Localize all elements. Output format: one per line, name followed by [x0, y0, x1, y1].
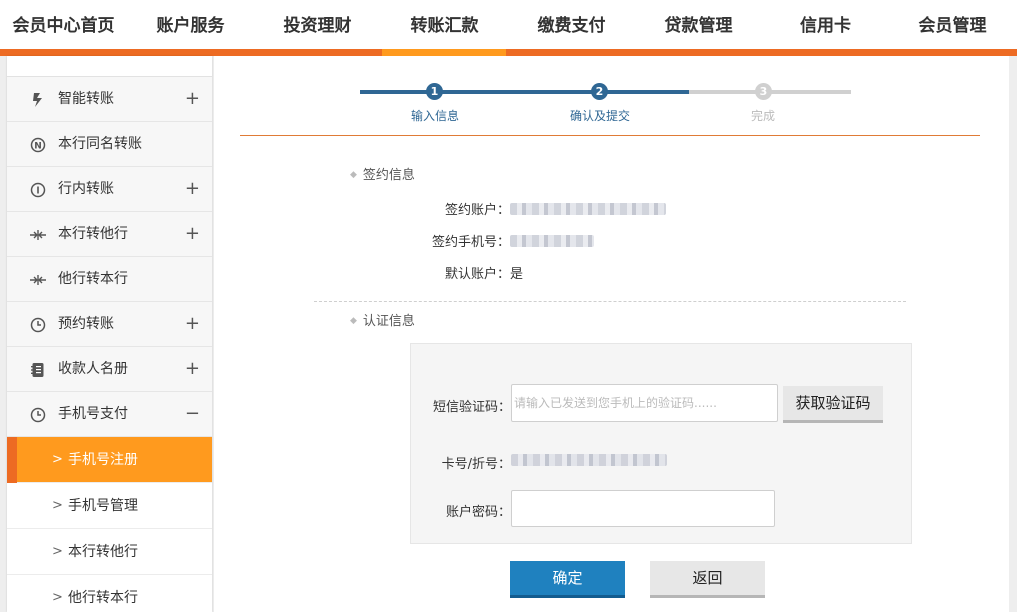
default-account-label: 默认账户： — [444, 267, 510, 282]
smart-transfer-icon — [29, 91, 47, 109]
top-navigation: 会员中心首页 账户服务 投资理财 转账汇款 缴费支付 贷款管理 信用卡 会员管理 — [0, 0, 1017, 56]
expand-icon[interactable]: + — [185, 77, 200, 120]
clock-icon — [29, 316, 47, 334]
signing-account-row: 签约账户： — [410, 199, 666, 218]
sidebar-subitem-label: 本行转他行 — [68, 544, 138, 560]
masked-account-value — [510, 203, 666, 215]
nav-member-home[interactable]: 会员中心首页 — [0, 0, 127, 49]
sidebar-subitem-to-other-bank[interactable]: > 本行转他行 — [7, 529, 212, 575]
confirm-button[interactable]: 确定 — [510, 561, 625, 598]
main-content: 1 输入信息 2 确认及提交 3 完成 ◆ 签约信息 签约账户： 签约手机号： 默… — [214, 56, 1009, 612]
n-circle-icon: N — [29, 136, 47, 154]
card-number-label: 卡号/折号： — [441, 457, 511, 472]
expand-icon[interactable]: + — [185, 212, 200, 255]
default-account-value: 是 — [510, 267, 524, 282]
sidebar-subitem-mobile-manage[interactable]: > 手机号管理 — [7, 483, 212, 529]
diamond-bullet-icon: ◆ — [350, 170, 357, 180]
sidebar-top — [7, 56, 212, 77]
nav-payment[interactable]: 缴费支付 — [508, 0, 635, 49]
nav-loan[interactable]: 贷款管理 — [635, 0, 762, 49]
section-divider — [314, 301, 906, 302]
nav-transfer[interactable]: 转账汇款 — [381, 0, 508, 49]
signing-phone-row: 签约手机号： — [410, 231, 594, 250]
step-2-dot: 2 — [591, 83, 608, 100]
sidebar-item-label: 预约转账 — [58, 316, 114, 332]
nav-underline — [0, 49, 1017, 56]
sidebar-item-intrabank-transfer[interactable]: 行内转账 + — [7, 167, 212, 212]
clock-icon — [29, 406, 47, 424]
sidebar-item-label: 手机号支付 — [58, 406, 128, 422]
sidebar-item-label: 行内转账 — [58, 181, 114, 197]
nav-member-management[interactable]: 会员管理 — [889, 0, 1016, 49]
step-2-label: 确认及提交 — [569, 109, 630, 123]
password-label: 账户密码： — [445, 505, 511, 520]
sidebar-item-label: 收款人名册 — [58, 361, 128, 377]
signing-phone-label: 签约手机号： — [431, 235, 510, 250]
sidebar-subitem-label: 他行转本行 — [68, 590, 138, 606]
sidebar-item-label: 智能转账 — [58, 91, 114, 107]
sidebar-subitem-mobile-register[interactable]: > 手机号注册 — [7, 437, 212, 483]
masked-card-value — [511, 454, 667, 466]
chevron-right-icon: > — [52, 498, 63, 513]
auth-info-title: ◆ 认证信息 — [350, 314, 415, 329]
diamond-bullet-icon: ◆ — [350, 316, 357, 326]
sidebar-item-same-name-transfer[interactable]: N 本行同名转账 — [7, 122, 212, 167]
step-3-label: 完成 — [750, 109, 775, 123]
default-account-row: 默认账户：是 — [410, 263, 523, 282]
sidebar-item-smart-transfer[interactable]: 智能转账 + — [7, 77, 212, 122]
stepper-divider — [240, 135, 980, 136]
top-nav-items: 会员中心首页 账户服务 投资理财 转账汇款 缴费支付 贷款管理 信用卡 会员管理 — [0, 0, 1017, 49]
signing-account-label: 签约账户： — [444, 203, 510, 218]
i-circle-icon — [29, 181, 47, 199]
collapse-icon[interactable]: − — [185, 392, 200, 435]
sidebar-subitem-label: 手机号注册 — [68, 452, 138, 468]
sidebar-subitem-from-other-bank[interactable]: > 他行转本行 — [7, 575, 212, 612]
step-3-dot: 3 — [755, 83, 772, 100]
transfer-arrows-icon — [29, 271, 47, 289]
sidebar-item-scheduled-transfer[interactable]: 预约转账 + — [7, 302, 212, 347]
sidebar-item-to-other-bank[interactable]: 本行转他行 + — [7, 212, 212, 257]
back-button[interactable]: 返回 — [650, 561, 765, 598]
expand-icon[interactable]: + — [185, 302, 200, 345]
chevron-right-icon: > — [52, 544, 63, 559]
sidebar-item-mobile-payment[interactable]: 手机号支付 − — [7, 392, 212, 437]
nav-account-services[interactable]: 账户服务 — [127, 0, 254, 49]
sidebar: 智能转账 + N 本行同名转账 行内转账 + 本行转他行 + 他行转本行 预约转… — [7, 56, 212, 612]
address-book-icon — [29, 361, 47, 379]
svg-text:N: N — [34, 142, 42, 152]
chevron-right-icon: > — [52, 590, 63, 605]
password-input[interactable] — [511, 490, 775, 527]
nav-investment[interactable]: 投资理财 — [254, 0, 381, 49]
signing-info-title: ◆ 签约信息 — [350, 168, 415, 183]
sidebar-subitem-label: 手机号管理 — [68, 498, 138, 514]
step-1-label: 输入信息 — [410, 109, 459, 123]
expand-icon[interactable]: + — [185, 347, 200, 390]
stepper-line-done — [360, 90, 689, 94]
step-1-dot: 1 — [426, 83, 443, 100]
sms-code-input[interactable] — [511, 384, 778, 422]
nav-credit-card[interactable]: 信用卡 — [762, 0, 889, 49]
get-code-button[interactable]: 获取验证码 — [783, 386, 883, 423]
auth-panel: 短信验证码： 获取验证码 卡号/折号： 账户密码： — [410, 343, 912, 544]
sidebar-item-payee-list[interactable]: 收款人名册 + — [7, 347, 212, 392]
sidebar-item-from-other-bank[interactable]: 他行转本行 — [7, 257, 212, 302]
progress-stepper: 1 输入信息 2 确认及提交 3 完成 — [214, 56, 1009, 136]
masked-phone-value — [510, 235, 594, 247]
expand-icon[interactable]: + — [185, 167, 200, 210]
chevron-right-icon: > — [52, 452, 63, 467]
sidebar-item-label: 本行同名转账 — [58, 136, 142, 152]
transfer-arrows-icon — [29, 226, 47, 244]
sms-code-label: 短信验证码： — [432, 400, 511, 415]
nav-active-indicator — [382, 49, 506, 56]
sidebar-item-label: 本行转他行 — [58, 226, 128, 242]
sidebar-item-label: 他行转本行 — [58, 271, 128, 287]
